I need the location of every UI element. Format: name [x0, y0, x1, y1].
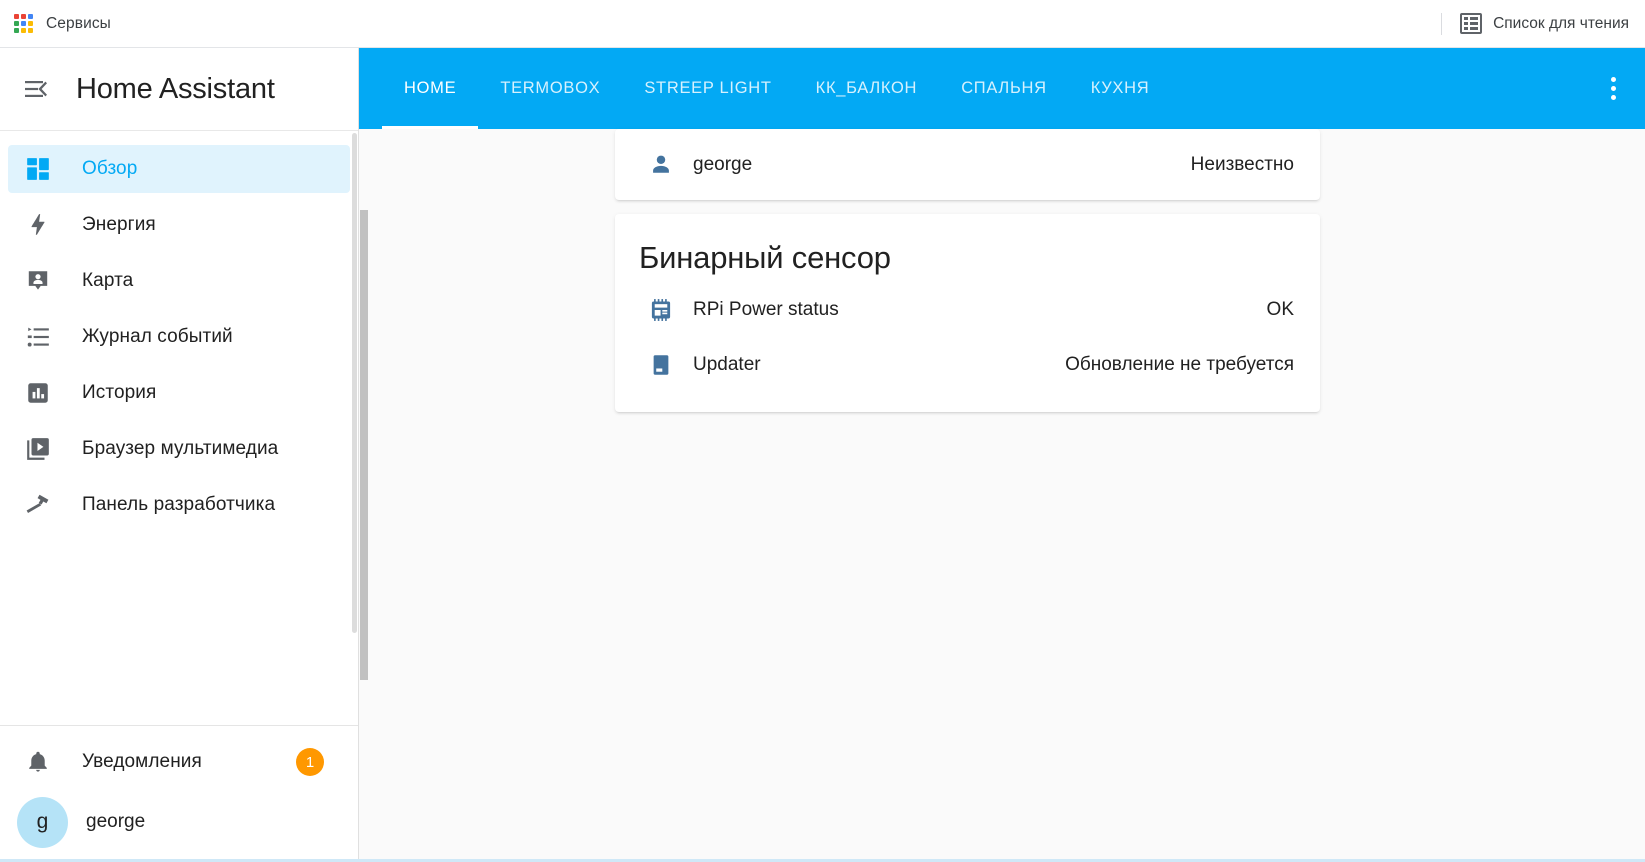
view-tabs-toolbar: HOME TERMOBOX STREEP LIGHT КК_БАЛКОН СПА… [359, 48, 1645, 129]
sidebar-item-map[interactable]: Карта [8, 257, 350, 305]
dots-vertical-icon[interactable] [1581, 48, 1645, 129]
sidebar-item-energy[interactable]: Энергия [8, 201, 350, 249]
overflow-menu-dots [1610, 77, 1616, 100]
play-box-multiple-icon [20, 432, 56, 466]
tab-label: STREEP LIGHT [644, 79, 772, 97]
entity-state: Неизвестно [1190, 153, 1294, 175]
avatar: g [17, 796, 68, 848]
tab-kk-balkon[interactable]: КК_БАЛКОН [794, 48, 940, 129]
lightning-bolt-icon [20, 208, 56, 242]
tab-home[interactable]: HOME [382, 48, 479, 129]
person-card: george Неизвестно [615, 129, 1320, 200]
entity-name: RPi Power status [693, 298, 839, 320]
tab-label: TERMOBOX [500, 79, 601, 97]
sidebar-footer: Уведомления 1 g george [0, 726, 358, 862]
reading-list-label: Список для чтения [1493, 14, 1629, 32]
tab-label: HOME [404, 79, 457, 97]
sidebar-item-logbook[interactable]: Журнал событий [8, 313, 350, 361]
entity-row-updater[interactable]: Updater Обновление не требуется [615, 337, 1320, 392]
sidebar-item-label: История [82, 382, 157, 403]
sidebar-item-developer-tools[interactable]: Панель разработчика [8, 481, 350, 529]
toolbar-divider [1441, 12, 1443, 35]
tab-label: КК_БАЛКОН [815, 79, 918, 97]
sidebar-item-label: Обзор [82, 158, 138, 179]
view-tabs: HOME TERMOBOX STREEP LIGHT КК_БАЛКОН СПА… [359, 48, 1171, 129]
bookmark-services[interactable]: Сервисы [0, 13, 111, 34]
tab-termobox[interactable]: TERMOBOX [478, 48, 622, 129]
account-icon [641, 152, 681, 178]
reading-list-button[interactable]: Список для чтения [1460, 13, 1629, 34]
package-up-icon [641, 352, 681, 378]
tab-spalnya[interactable]: СПАЛЬНЯ [939, 48, 1069, 129]
map-marker-account-icon [20, 264, 56, 298]
apps-grid-icon [14, 13, 34, 34]
sidebar-item-label: Браузер мультимедиа [82, 438, 279, 459]
sidebar-item-media-browser[interactable]: Браузер мультимедиа [8, 425, 350, 473]
sidebar-scrollbar[interactable] [352, 133, 357, 633]
sidebar-item-overview[interactable]: Обзор [8, 145, 350, 193]
sidebar-item-label: Уведомления [82, 751, 202, 772]
sidebar-title: Home Assistant [76, 72, 275, 105]
entity-name: Updater [693, 353, 761, 375]
sidebar-item-notifications[interactable]: Уведомления 1 [8, 734, 350, 790]
main-scrollbar[interactable] [359, 210, 368, 862]
tab-kuhnya[interactable]: КУХНЯ [1069, 48, 1172, 129]
bookmark-label: Сервисы [46, 14, 111, 32]
entity-row-rpi-power-status[interactable]: RPi Power status OK [615, 282, 1320, 337]
tab-label: КУХНЯ [1090, 79, 1150, 97]
dashboard-content: george Неизвестно Бинарный сенсор RPi Po… [359, 129, 1645, 862]
sidebar-nav: Обзор Энергия Карта Журнал событий Истор… [0, 131, 358, 719]
notifications-badge: 1 [296, 748, 324, 776]
entity-state: OK [1266, 298, 1294, 320]
sidebar-item-label: Панель разработчика [82, 494, 276, 515]
sidebar-item-label: Карта [82, 270, 134, 291]
sidebar-item-user[interactable]: g george [8, 790, 350, 854]
main-content: HOME TERMOBOX STREEP LIGHT КК_БАЛКОН СПА… [359, 48, 1645, 862]
reading-list-icon [1460, 13, 1483, 34]
entity-state: Обновление не требуется [1065, 353, 1294, 375]
entity-row-george[interactable]: george Неизвестно [615, 137, 1320, 192]
card-title: Бинарный сенсор [639, 240, 891, 275]
tab-label: СПАЛЬНЯ [961, 79, 1047, 97]
user-name-label: george [86, 811, 146, 832]
binary-sensor-card: Бинарный сенсор RPi Power status OK Upda… [615, 214, 1320, 412]
sidebar: Home Assistant Обзор Энергия Карта Журна… [0, 48, 359, 862]
chip-icon [641, 297, 681, 323]
sidebar-item-label: Энергия [82, 214, 156, 235]
main-scrollbar-thumb[interactable] [360, 210, 368, 680]
sidebar-item-label: Журнал событий [82, 326, 233, 347]
tab-streep-light[interactable]: STREEP LIGHT [622, 48, 793, 129]
cards-column: george Неизвестно Бинарный сенсор RPi Po… [615, 129, 1320, 426]
bell-icon [20, 745, 56, 779]
sidebar-header: Home Assistant [0, 48, 358, 131]
menu-collapse-icon[interactable] [16, 69, 56, 109]
hammer-icon [20, 488, 56, 522]
sidebar-item-history[interactable]: История [8, 369, 350, 417]
dashboard-icon [20, 152, 56, 186]
entity-name: george [693, 153, 753, 175]
chart-box-icon [20, 376, 56, 410]
browser-bookmarks-bar: Сервисы Список для чтения [0, 0, 1645, 48]
format-list-bulleted-icon [20, 320, 56, 354]
